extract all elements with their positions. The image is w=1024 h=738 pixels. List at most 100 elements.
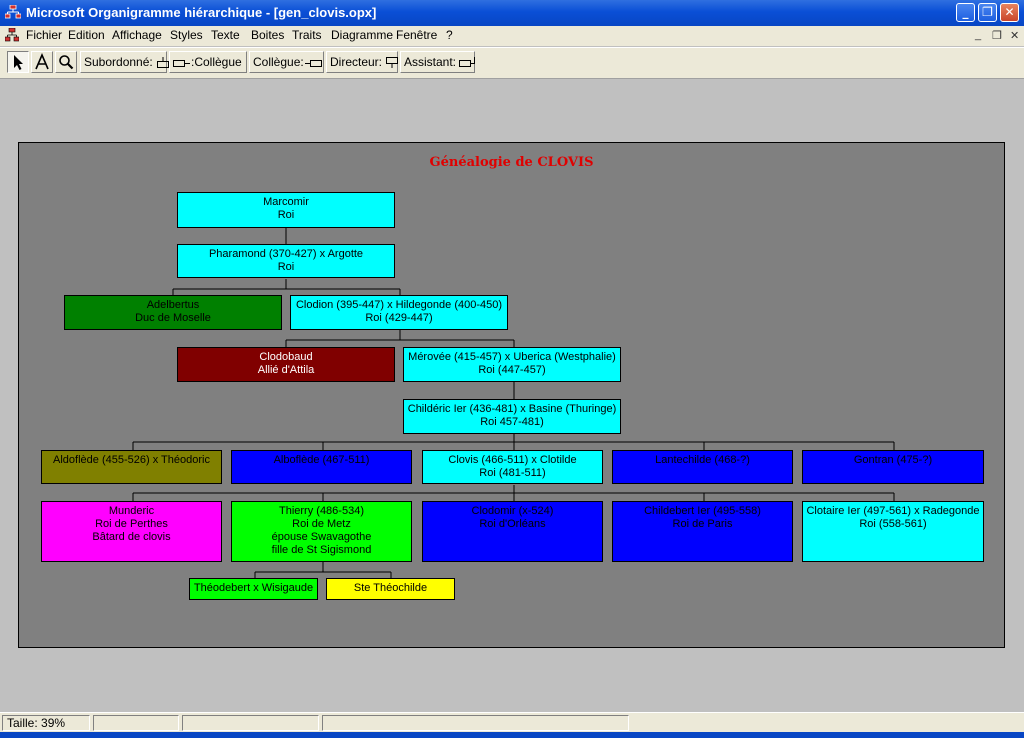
chart-box-clodion[interactable]: Clodion (395-447) x Hildegonde (400-450)… (290, 295, 508, 330)
chart-box-marcomir[interactable]: Marcomir Roi (177, 192, 395, 228)
menu-traits[interactable]: Traits (292, 28, 322, 42)
chart-box-merovee[interactable]: Mérovée (415-457) x Uberica (Westphalie)… (403, 347, 621, 382)
chart-box-line: Gontran (475-?) (853, 454, 933, 466)
menu-help[interactable]: ? (446, 28, 453, 42)
chart-box-line: Allié d'Attila (257, 364, 315, 376)
chart-box-gontran[interactable]: Gontran (475-?) (802, 450, 984, 484)
colleague-left-box-icon (173, 59, 190, 67)
chart-box-line: épouse Swavagothe (271, 531, 372, 543)
chart-box-thierry[interactable]: Thierry (486-534) Roi de Metz épouse Swava… (231, 501, 412, 562)
manager-tool-button[interactable]: Directeur: (326, 51, 399, 73)
document-icon[interactable] (5, 28, 19, 42)
status-panel-3 (182, 715, 319, 731)
menu-bar: Fichier Edition Affichage Styles Texte B… (0, 26, 1024, 46)
chart-box-lantechilde[interactable]: Lantechilde (468-?) (612, 450, 793, 484)
colleague-right-label: Collègue: (253, 55, 304, 69)
status-bar: Taille: 39% (0, 712, 1024, 733)
chart-box-line: Roi (277, 209, 295, 221)
text-a-icon (35, 52, 49, 70)
restore-window-button[interactable]: ❐ (978, 3, 997, 22)
close-window-button[interactable]: ✕ (1000, 3, 1019, 22)
menu-styles[interactable]: Styles (170, 28, 203, 42)
assistant-label: Assistant: (404, 55, 457, 69)
menu-boites[interactable]: Boites (251, 28, 284, 42)
org-chart-app-icon (5, 5, 21, 19)
arrow-pointer-icon (14, 55, 23, 70)
text-tool-button[interactable] (31, 51, 53, 73)
chart-box-adelbertus[interactable]: Adelbertus Duc de Moselle (64, 295, 282, 330)
chart-box-line: fille de St Sigismond (271, 544, 372, 556)
chart-box-line: Clodion (395-447) x Hildegonde (400-450) (295, 299, 503, 311)
menu-diagramme[interactable]: Diagramme (331, 28, 393, 42)
subordinate-box-icon (157, 56, 170, 68)
chart-box-clodomir[interactable]: Clodomir (x-524) Roi d'Orléans (422, 501, 603, 562)
chart-title: Généalogie de CLOVIS (429, 155, 594, 170)
chart-box-line: Pharamond (370-427) x Argotte (208, 248, 364, 260)
chart-box-aldoflede2[interactable]: Alboflède (467-511) (231, 450, 412, 484)
chart-box-line: Clodobaud (259, 351, 313, 363)
chart-box-line: Ste Théochilde (353, 582, 428, 594)
chart-box-line: Munderic (108, 505, 155, 517)
chart-box-line: Aldoflède (455-526) x Théodoric (53, 454, 210, 466)
chart-box-line: Clodomir (x-524) (471, 505, 554, 517)
status-panel-2 (93, 715, 179, 731)
assistant-box-icon (459, 56, 476, 67)
chart-box-line: Théodebert x Wisigaude (193, 582, 314, 594)
org-chart-canvas[interactable]: Généalogie de CLOVIS Marcomir Roi Pharamon… (18, 142, 1005, 648)
chart-box-line: Thierry (486-534) (279, 505, 364, 517)
chart-box-pharamond[interactable]: Pharamond (370-427) x Argotte Roi (177, 244, 395, 278)
chart-box-childebert[interactable]: Childebert Ier (495-558) Roi de Paris (612, 501, 793, 562)
assistant-tool-button[interactable]: Assistant: (400, 51, 476, 73)
chart-box-line: Duc de Moselle (135, 312, 211, 324)
chart-box-line: Roi de Paris (672, 518, 733, 530)
left-colleague-tool-button[interactable]: :Collègue (169, 51, 247, 73)
chart-box-line: Childéric Ier (436-481) x Basine (Thurin… (407, 403, 617, 415)
chart-box-theodebert[interactable]: Théodebert x Wisigaude (189, 578, 318, 600)
chart-box-line: Roi 457-481) (480, 416, 544, 428)
right-colleague-tool-button[interactable]: Collègue: (249, 51, 324, 73)
menu-affichage[interactable]: Affichage (112, 28, 162, 42)
select-tool-button[interactable] (7, 51, 29, 73)
chart-box-theochilde[interactable]: Ste Théochilde (326, 578, 455, 600)
chart-box-line: Roi (558-561) (859, 518, 927, 530)
chart-box-munderic[interactable]: Munderic Roi de Perthes Bâtard de clovis (41, 501, 222, 562)
mdi-close-button[interactable]: ✕ (1010, 29, 1019, 42)
mdi-restore-button[interactable]: ❐ (992, 29, 1002, 42)
menu-edition[interactable]: Edition (68, 28, 105, 42)
chart-box-line: Clotaire Ier (497-561) x Radegonde (806, 505, 980, 517)
minimize-window-button[interactable]: _ (956, 3, 975, 22)
window-title: Microsoft Organigramme hiérarchique - [g… (26, 5, 377, 20)
chart-box-line: Childebert Ier (495-558) (644, 505, 761, 517)
chart-box-line: Clovis (466-511) x Clotilde (448, 454, 577, 466)
chart-box-line: Adelbertus (146, 299, 200, 311)
mdi-minimize-button[interactable]: _ (975, 29, 981, 41)
chart-box-line: Alboflède (467-511) (273, 454, 370, 466)
menu-texte[interactable]: Texte (211, 28, 240, 42)
zoom-tool-button[interactable] (55, 51, 77, 73)
chart-box-childeric[interactable]: Childéric Ier (436-481) x Basine (Thurin… (403, 399, 621, 434)
menu-fenetre[interactable]: Fenêtre (396, 28, 437, 42)
subordinate-tool-button[interactable]: Subordonné: (80, 51, 170, 73)
colleague-left-label: :Collègue (191, 55, 242, 69)
subordinate-label: Subordonné: (84, 55, 153, 69)
chart-box-line: Roi d'Orléans (479, 518, 546, 530)
window-title-bar[interactable]: Microsoft Organigramme hiérarchique - [g… (0, 0, 1024, 26)
chart-box-line: Bâtard de clovis (92, 531, 171, 543)
chart-box-line: Mérovée (415-457) x Uberica (Westphalie) (408, 351, 616, 363)
chart-box-line: Roi de Metz (292, 518, 351, 530)
chart-box-line: Roi (429-447) (365, 312, 433, 324)
chart-box-clovis[interactable]: Clovis (466-511) x Clotilde Roi (481-511) (422, 450, 603, 484)
chart-box-aldoflede1[interactable]: Aldoflède (455-526) x Théodoric (41, 450, 222, 484)
colleague-right-box-icon (304, 59, 322, 67)
menu-fichier[interactable]: Fichier (26, 28, 62, 42)
window-bottom-border (0, 732, 1024, 738)
chart-box-line: Roi (481-511) (479, 467, 546, 479)
chart-box-line: Lantechilde (468-?) (655, 454, 750, 466)
chart-box-line: Marcomir (263, 196, 309, 208)
manager-box-icon (386, 56, 399, 68)
zoom-status: Taille: 39% (2, 715, 90, 731)
chart-box-clotaire[interactable]: Clotaire Ier (497-561) x Radegonde Roi (5… (802, 501, 984, 562)
connector-lines (132, 228, 895, 579)
chart-box-clodobaud[interactable]: Clodobaud Allié d'Attila (177, 347, 395, 382)
chart-box-line: Roi (277, 261, 295, 273)
